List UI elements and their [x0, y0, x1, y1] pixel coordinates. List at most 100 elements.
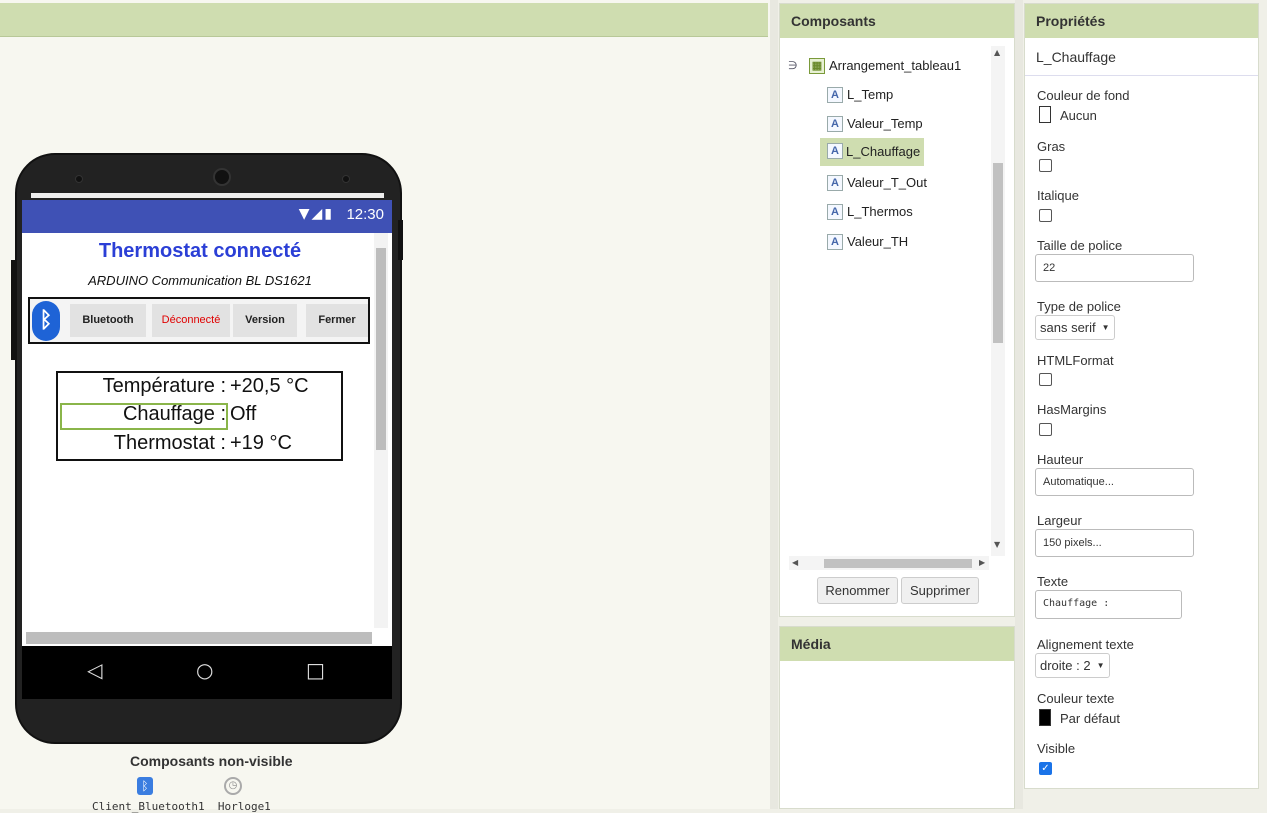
properties-panel: Propriétés L_Chauffage Couleur de fond A…: [1024, 3, 1259, 789]
scroll-down-icon[interactable]: ▼: [994, 540, 1000, 549]
app-title[interactable]: Thermostat connecté: [22, 240, 378, 263]
label-icon: A: [827, 234, 843, 250]
panel-divider[interactable]: [770, 0, 778, 809]
scroll-up-icon[interactable]: ▲: [994, 48, 1000, 57]
components-title: Composants: [780, 4, 1014, 38]
text-label: Texte: [1037, 574, 1069, 589]
phone-top-bezel: [17, 155, 400, 200]
bg-color-value[interactable]: Aucun: [1060, 108, 1097, 123]
phone-sensor: [342, 175, 350, 183]
selected-component-name: L_Chauffage: [1025, 38, 1258, 76]
nonvisible-components-title: Composants non-visible: [130, 753, 293, 769]
width-label: Largeur: [1037, 513, 1082, 528]
android-nav-bar: ◁ ○ □: [22, 646, 392, 699]
has-margins-checkbox[interactable]: [1039, 423, 1052, 436]
text-align-select[interactable]: droite : 2 ▼: [1035, 653, 1110, 678]
row-value[interactable]: +19 °C: [230, 432, 292, 455]
text-align-label: Alignement texte: [1037, 637, 1134, 652]
components-hscroll-thumb[interactable]: [824, 559, 972, 568]
phone-speaker: [213, 168, 231, 186]
version-button[interactable]: Version: [233, 304, 297, 337]
tree-item-arrangement[interactable]: ▦ Arrangement_tableau1: [809, 54, 989, 78]
row-value[interactable]: Off: [230, 403, 256, 426]
collapse-toggle-icon[interactable]: ∋: [788, 54, 798, 78]
label-icon: A: [827, 116, 843, 132]
height-label: Hauteur: [1037, 452, 1084, 467]
phone-power-button: [398, 220, 403, 260]
back-icon[interactable]: ◁: [87, 658, 102, 682]
font-size-label: Taille de police: [1037, 238, 1123, 253]
recents-icon[interactable]: □: [306, 658, 325, 682]
table-arrangement-icon: ▦: [809, 58, 825, 74]
label-icon: A: [827, 175, 843, 191]
table-row: Thermostat : +19 °C: [58, 432, 341, 461]
table-row: Température : +20,5 °C: [58, 375, 341, 404]
bold-checkbox[interactable]: [1039, 159, 1052, 172]
font-type-value: sans serif: [1040, 320, 1096, 335]
viewer-panel: ▼◢▮ 12:30 Thermostat connecté ARDUINO Co…: [0, 0, 770, 813]
width-input[interactable]: 150 pixels...: [1035, 529, 1194, 557]
table-row: Chauffage : Off: [58, 403, 341, 432]
phone-screen: ▼◢▮ 12:30 Thermostat connecté ARDUINO Co…: [22, 200, 392, 699]
phone-mockup: ▼◢▮ 12:30 Thermostat connecté ARDUINO Co…: [15, 153, 402, 744]
bluetooth-client-icon[interactable]: ᛒ: [137, 777, 153, 795]
home-icon[interactable]: ○: [196, 658, 213, 682]
height-input[interactable]: Automatique...: [1035, 468, 1194, 496]
bluetooth-button[interactable]: Bluetooth: [70, 304, 146, 337]
button-row[interactable]: ᛒ Bluetooth Déconnecté Version Fermer: [28, 297, 370, 344]
has-margins-label: HasMargins: [1037, 402, 1107, 417]
media-title: Média: [780, 627, 1014, 661]
bg-color-swatch[interactable]: [1039, 106, 1051, 123]
row-label[interactable]: Chauffage :: [123, 403, 226, 426]
status-time: 12:30: [346, 206, 384, 223]
visible-label: Visible: [1037, 741, 1076, 756]
bluetooth-icon[interactable]: ᛒ: [32, 301, 60, 341]
bg-color-label: Couleur de fond: [1037, 88, 1130, 103]
tree-item-l-chauffage[interactable]: A L_Chauffage: [820, 138, 924, 166]
properties-title: Propriétés: [1025, 4, 1258, 38]
html-format-label: HTMLFormat: [1037, 353, 1114, 368]
clock-icon[interactable]: ◷: [224, 777, 242, 795]
nonvisible-labels: Client_Bluetooth1 Horloge1: [92, 800, 271, 813]
row-value[interactable]: +20,5 °C: [230, 375, 309, 398]
viewer-toolbar: [0, 3, 768, 37]
components-panel: Composants ∋ ▦ Arrangement_tableau1 A L_…: [779, 3, 1015, 617]
label-icon: A: [827, 204, 843, 220]
row-label[interactable]: Température :: [103, 375, 226, 398]
table-arrangement[interactable]: Température : +20,5 °C Chauffage : Off T…: [56, 371, 343, 461]
disconnected-button[interactable]: Déconnecté: [152, 304, 230, 337]
dropdown-arrow-icon: ▼: [1096, 661, 1105, 670]
text-textarea[interactable]: Chauffage :: [1035, 590, 1182, 619]
rename-button[interactable]: Renommer: [817, 577, 898, 604]
italic-checkbox[interactable]: [1039, 209, 1052, 222]
text-color-label: Couleur texte: [1037, 691, 1115, 706]
panel-divider[interactable]: [1015, 0, 1023, 809]
screen-scroll-thumb[interactable]: [376, 248, 386, 450]
label-icon: A: [827, 87, 843, 103]
delete-button[interactable]: Supprimer: [901, 577, 979, 604]
text-color-swatch[interactable]: [1039, 709, 1051, 726]
bold-label: Gras: [1037, 139, 1066, 154]
visible-checkbox[interactable]: ✓: [1039, 762, 1052, 775]
status-bar: ▼◢▮ 12:30: [22, 200, 392, 233]
signal-battery-icon: ▼◢▮: [298, 206, 334, 222]
text-align-value: droite : 2: [1040, 658, 1091, 673]
row-label[interactable]: Thermostat :: [114, 432, 226, 455]
screen-horizontal-scrollbar[interactable]: [26, 632, 372, 644]
font-size-input[interactable]: 22: [1035, 254, 1194, 282]
phone-camera: [75, 175, 83, 183]
scroll-right-icon[interactable]: ▶: [979, 558, 985, 567]
components-scroll-thumb[interactable]: [993, 163, 1003, 343]
media-panel: Média: [779, 626, 1015, 809]
dropdown-arrow-icon: ▼: [1101, 323, 1110, 332]
label-icon: A: [827, 143, 843, 159]
app-subtitle[interactable]: ARDUINO Communication BL DS1621: [22, 273, 378, 288]
phone-bezel-line: [31, 193, 384, 198]
italic-label: Italique: [1037, 188, 1079, 203]
html-format-checkbox[interactable]: [1039, 373, 1052, 386]
text-color-value[interactable]: Par défaut: [1060, 711, 1120, 726]
close-button[interactable]: Fermer: [306, 304, 368, 337]
scroll-left-icon[interactable]: ◀: [792, 558, 798, 567]
font-type-select[interactable]: sans serif ▼: [1035, 315, 1115, 340]
font-type-label: Type de police: [1037, 299, 1121, 314]
